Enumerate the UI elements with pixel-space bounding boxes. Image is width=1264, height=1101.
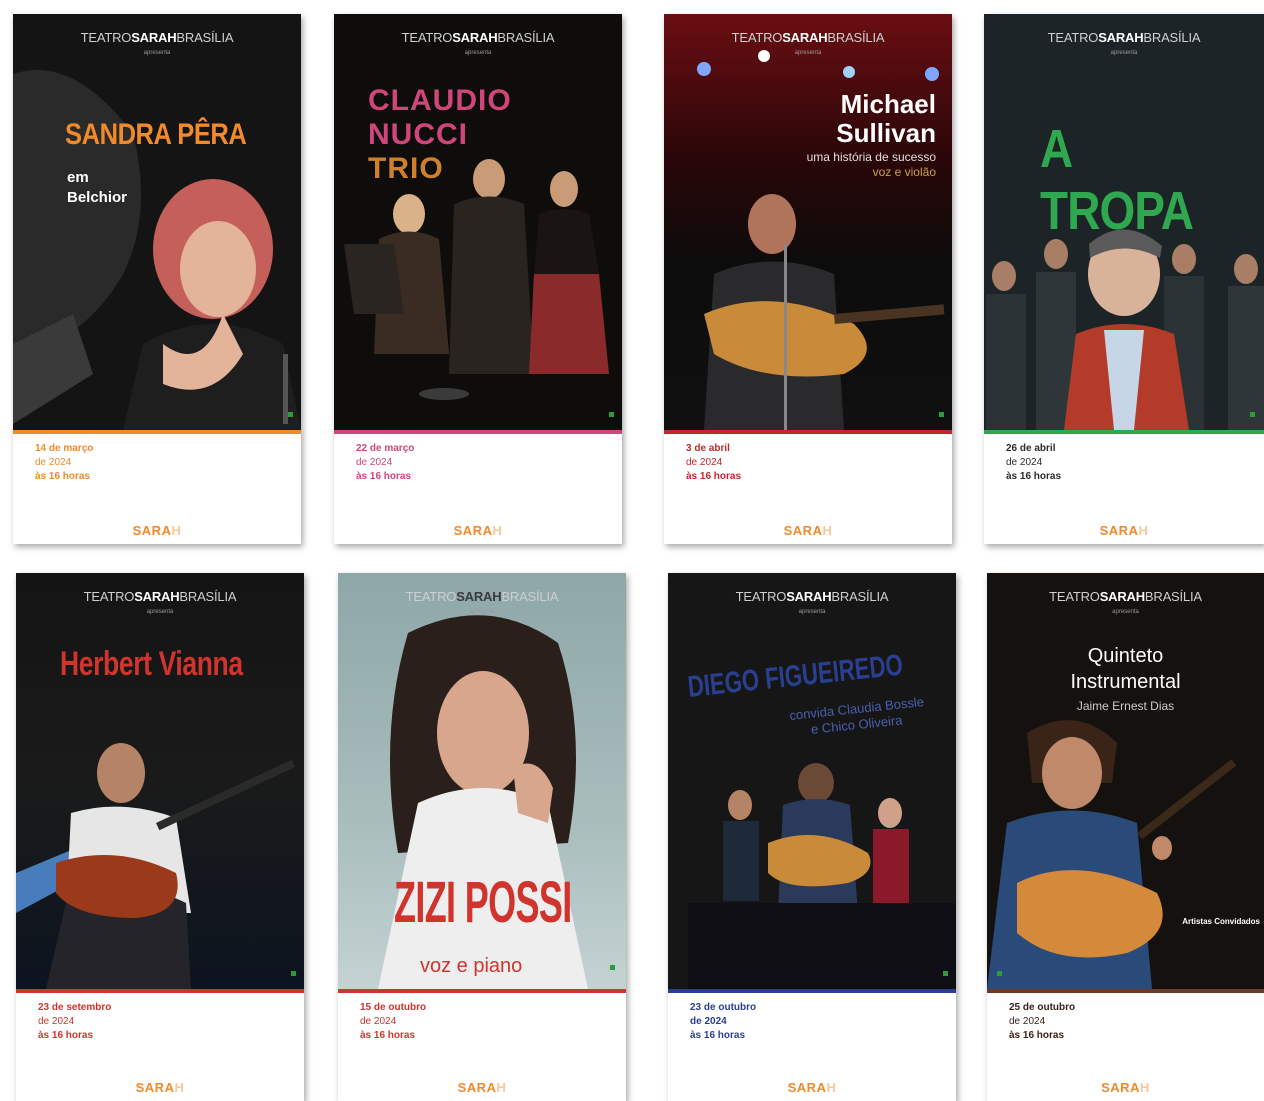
sponsor-mark: [291, 971, 296, 976]
poster-michael-sullivan[interactable]: TEATROSARAHBRASÍLIA apresenta Michael Su…: [664, 14, 952, 544]
performer-photo: [344, 159, 609, 400]
show-title: Michael Sullivan: [836, 89, 936, 148]
poster-artwork: TEATROSARAHBRASÍLIA apresenta SANDRA PÊR…: [13, 14, 301, 430]
sponsor-mark: [609, 412, 614, 417]
presents-label: apresenta: [468, 609, 496, 615]
presents-label: apresenta: [798, 609, 826, 615]
sarah-logo: SARAH: [453, 523, 503, 538]
presents-label: apresenta: [1110, 50, 1138, 56]
show-subtitle: uma história de sucesso voz e violão: [806, 150, 936, 179]
venue-header: TEATROSARAHBRASÍLIA: [1047, 30, 1201, 45]
poster-artwork: TEATROSARAHBRASÍLIA apresenta CLAUDIO NU…: [334, 14, 622, 430]
poster-sandra-pera[interactable]: TEATROSARAHBRASÍLIA apresenta SANDRA PÊR…: [13, 14, 301, 544]
presents-label: apresenta: [1112, 609, 1139, 615]
accent-stripe: [13, 430, 301, 434]
show-subtitle: em Belchior: [67, 169, 128, 206]
show-subtitle: voz e piano: [420, 955, 523, 977]
sarah-logo: SARAH: [457, 1080, 507, 1095]
accent-stripe: [16, 989, 304, 993]
venue-header: TEATROSARAHBRASÍLIA: [83, 589, 237, 604]
accent-stripe: [334, 430, 622, 434]
sponsor-mark: [610, 965, 615, 970]
poster-artwork: TEATROSARAHBRASÍLIA apresenta Michael Su…: [664, 14, 952, 430]
sponsor-mark: [997, 971, 1002, 976]
poster-quinteto-instrumental[interactable]: TEATROSARAHBRASÍLIA apresenta Quinteto I…: [987, 573, 1264, 1101]
show-title: ZIZI POSSI: [394, 870, 572, 935]
show-title: A TROPA: [1040, 119, 1194, 241]
poster-artwork: TEATROSARAHBRASÍLIA apresenta DIEGO FIGU…: [668, 573, 956, 989]
poster-diego-figueiredo[interactable]: TEATROSARAHBRASÍLIA apresenta DIEGO FIGU…: [668, 573, 956, 1101]
poster-claudio-nucci-trio[interactable]: TEATROSARAHBRASÍLIA apresenta CLAUDIO NU…: [334, 14, 622, 544]
sponsor-mark: [1250, 412, 1255, 417]
performer-photo: [697, 50, 945, 430]
show-title: SANDRA PÊRA: [65, 118, 247, 151]
performer-photo: [987, 720, 1237, 989]
accent-stripe: [987, 989, 1264, 993]
venue-header: TEATROSARAHBRASÍLIA: [1049, 589, 1202, 604]
poster-a-tropa[interactable]: TEATROSARAHBRASÍLIA apresenta A TROPA 26…: [984, 14, 1264, 544]
sarah-logo: SARAH: [1099, 523, 1149, 538]
presents-label: apresenta: [794, 50, 822, 56]
event-date-info: 23 de outubro de 2024 às 16 horas: [690, 1002, 757, 1041]
event-date-info: 3 de abril de 2024 às 16 horas: [686, 443, 742, 482]
accent-stripe: [664, 430, 952, 434]
event-date-info: 22 de março de 2024 às 16 horas: [356, 443, 415, 482]
performer-photo: [688, 763, 956, 989]
presents-label: apresenta: [143, 50, 171, 56]
venue-header: TEATROSARAHBRASÍLIA: [401, 30, 555, 45]
venue-header: TEATROSARAHBRASÍLIA: [731, 30, 885, 45]
presents-label: apresenta: [146, 609, 174, 615]
venue-header: TEATROSARAHBRASÍLIA: [735, 589, 889, 604]
poster-herbert-vianna[interactable]: TEATROSARAHBRASÍLIA apresenta Herbert Vi…: [16, 573, 304, 1101]
sarah-logo: SARAH: [132, 523, 182, 538]
poster-artwork: TEATROSARAHBRASÍLIA apresenta Quinteto I…: [987, 573, 1264, 989]
event-date-info: 26 de abril de 2024 às 16 horas: [1006, 443, 1062, 482]
sarah-logo: SARAH: [135, 1080, 185, 1095]
event-date-info: 23 de setembro de 2024 às 16 horas: [38, 1002, 112, 1041]
show-title: Quinteto Instrumental: [1070, 645, 1181, 693]
venue-header: TEATROSARAHBRASÍLIA: [405, 589, 559, 604]
poster-artwork: TEATROSARAHBRASÍLIA apresenta ZIZI POSSI…: [338, 573, 626, 989]
sarah-logo: SARAH: [787, 1080, 837, 1095]
performer-photo: [13, 70, 301, 430]
sponsor-mark: [939, 412, 944, 417]
poster-zizi-possi[interactable]: TEATROSARAHBRASÍLIA apresenta ZIZI POSSI…: [338, 573, 626, 1101]
event-date-info: 25 de outubro de 2024 às 16 horas: [1009, 1002, 1076, 1041]
sponsor-mark: [943, 971, 948, 976]
presents-label: apresenta: [464, 50, 492, 56]
accent-stripe: [984, 430, 1264, 434]
sarah-logo: SARAH: [783, 523, 833, 538]
guest-artists-label: Artistas Convidados: [1182, 917, 1260, 926]
performer-photo: [16, 743, 296, 989]
show-title: CLAUDIO NUCCI TRIO: [368, 84, 512, 185]
show-subtitle: Jaime Ernest Dias: [1076, 699, 1175, 713]
accent-stripe: [668, 989, 956, 993]
sarah-logo: SARAH: [1101, 1080, 1150, 1095]
accent-stripe: [338, 989, 626, 993]
sponsor-mark: [288, 412, 293, 417]
event-date-info: 14 de março de 2024 às 16 horas: [35, 443, 94, 482]
poster-artwork: TEATROSARAHBRASÍLIA apresenta A TROPA: [984, 14, 1264, 430]
poster-artwork: TEATROSARAHBRASÍLIA apresenta Herbert Vi…: [16, 573, 304, 989]
venue-header: TEATROSARAHBRASÍLIA: [80, 30, 234, 45]
show-title: Herbert Vianna: [60, 645, 243, 683]
event-date-info: 15 de outubro de 2024 às 16 horas: [360, 1002, 427, 1041]
